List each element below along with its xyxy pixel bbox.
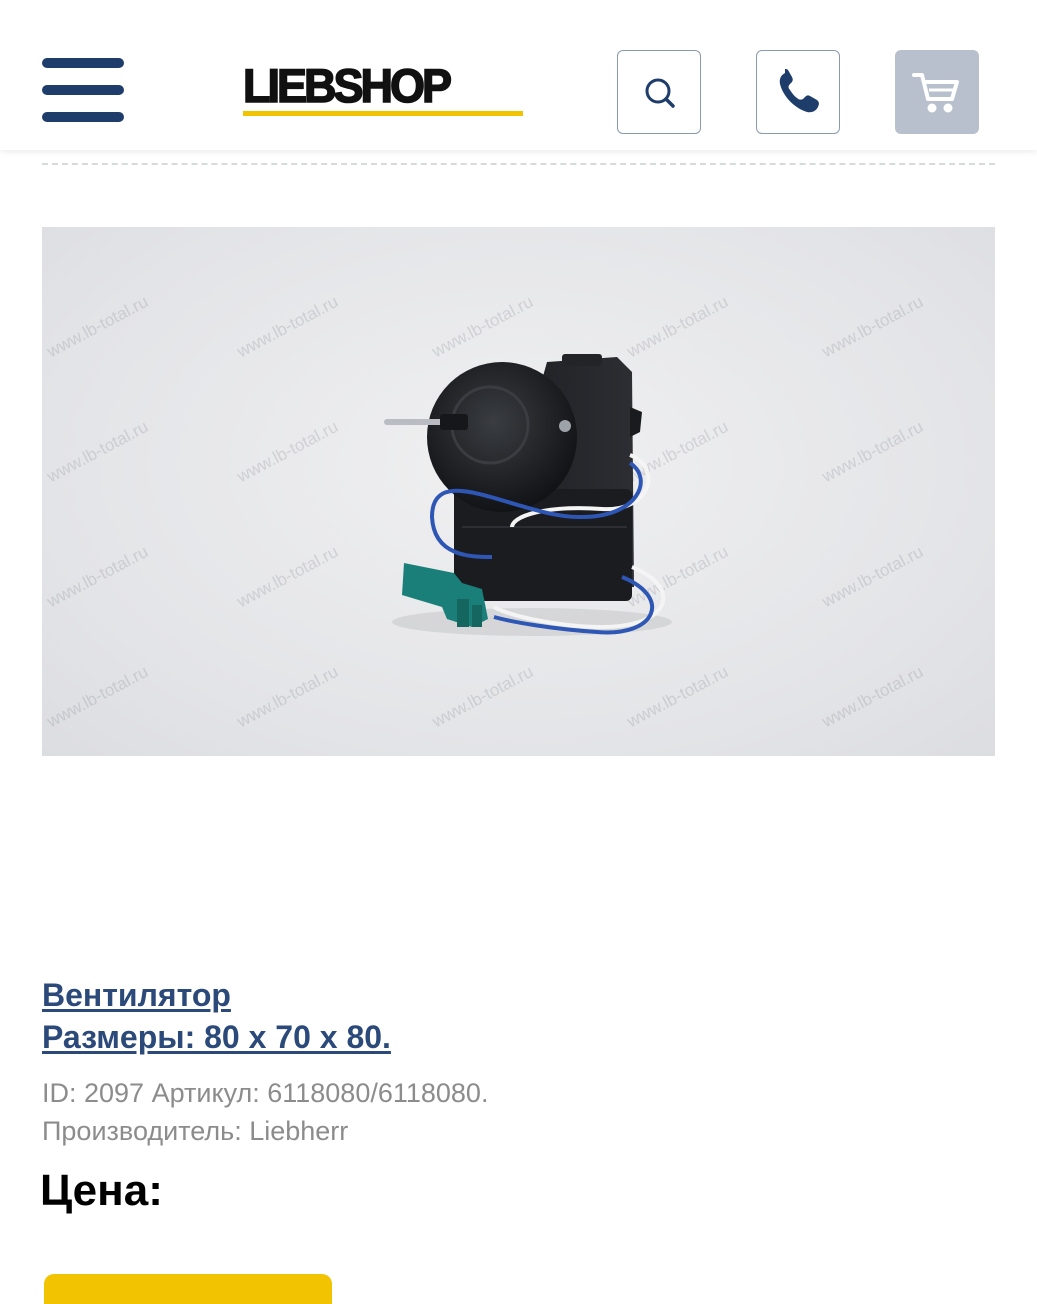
menu-bar [42, 58, 124, 68]
phone-button[interactable] [756, 50, 840, 134]
breadcrumb-divider [42, 163, 995, 165]
product-dimensions: Размеры: 80 х 70 х 80. [42, 1019, 391, 1055]
product-manufacturer: Производитель: Liebherr [42, 1116, 349, 1146]
logo-underline [243, 111, 523, 116]
product-id-sku: ID: 2097 Артикул: 6118080/6118080. [42, 1078, 489, 1108]
site-logo[interactable]: LIEBSHOP [242, 58, 525, 118]
product-title: Вентилятор [42, 977, 231, 1013]
hamburger-menu-icon[interactable] [42, 56, 124, 124]
fan-motor-illustration [384, 354, 672, 636]
product-image[interactable]: www.lb-total.ru www.lb-total.ru www.lb-t… [42, 227, 995, 756]
yellow-action-button[interactable] [44, 1274, 332, 1304]
site-header: LIEBSHOP [0, 0, 1037, 150]
cart-button[interactable] [895, 50, 979, 134]
price-label: Цена: [40, 1166, 163, 1215]
menu-bar [42, 112, 124, 122]
product-title-link[interactable]: Вентилятор Размеры: 80 х 70 х 80. [42, 974, 742, 1058]
logo-text: LIEBSHOP [242, 58, 453, 113]
search-icon [645, 78, 675, 108]
search-button[interactable] [617, 50, 701, 134]
menu-bar [42, 85, 124, 95]
phone-icon [779, 69, 819, 113]
cart-icon [912, 73, 959, 113]
